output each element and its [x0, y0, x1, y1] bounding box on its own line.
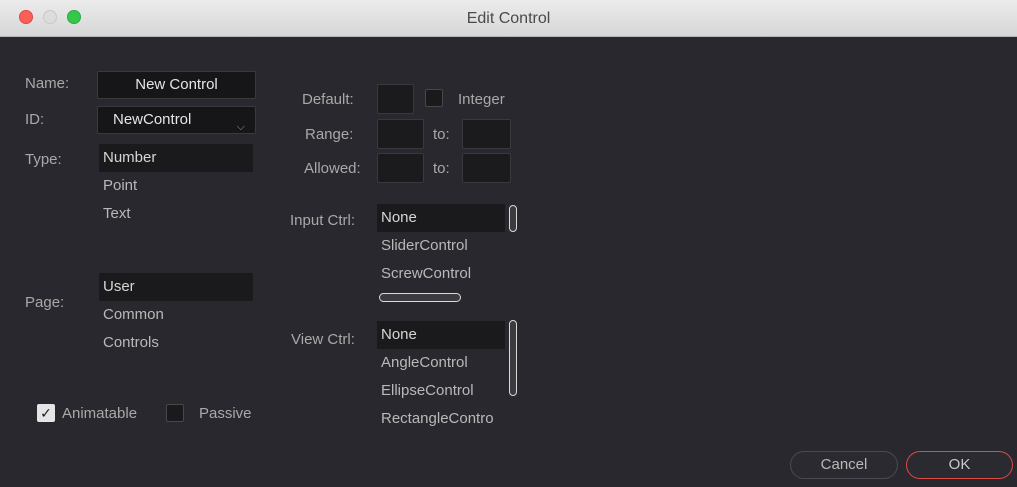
input-ctrl-option-screw[interactable]: ScrewControl — [377, 260, 505, 288]
edit-control-dialog: Edit Control Name: New Control ID: NewCo… — [0, 0, 1017, 487]
input-ctrl-list: None SliderControl ScrewControl — [377, 204, 505, 288]
range-to-label: to: — [433, 126, 450, 143]
id-dropdown[interactable]: NewControl ⌵ — [97, 106, 256, 134]
cancel-button[interactable]: Cancel — [790, 451, 898, 479]
input-ctrl-option-slider[interactable]: SliderControl — [377, 232, 505, 260]
animatable-label: Animatable — [62, 405, 138, 422]
passive-label: Passive — [199, 405, 252, 422]
type-option-text[interactable]: Text — [99, 200, 253, 228]
page-option-user[interactable]: User — [99, 273, 253, 301]
range-from-field[interactable] — [377, 119, 424, 149]
range-to-field[interactable] — [462, 119, 511, 149]
type-list: Number Point Text — [99, 144, 253, 228]
view-ctrl-option-rectangle[interactable]: RectangleContro — [377, 405, 505, 433]
window-title: Edit Control — [466, 10, 551, 27]
name-field[interactable]: New Control — [97, 71, 256, 99]
page-label: Page: — [25, 294, 65, 311]
default-field[interactable] — [377, 84, 414, 114]
animatable-checkbox[interactable]: ✓ — [37, 404, 55, 422]
integer-label: Integer — [458, 91, 505, 108]
input-ctrl-option-none[interactable]: None — [377, 204, 505, 232]
allowed-from-field[interactable] — [377, 153, 424, 183]
page-option-controls[interactable]: Controls — [99, 329, 253, 357]
range-label: Range: — [305, 126, 354, 143]
passive-checkbox[interactable] — [166, 404, 184, 422]
page-option-common[interactable]: Common — [99, 301, 253, 329]
view-ctrl-option-angle[interactable]: AngleControl — [377, 349, 505, 377]
chevron-down-icon: ⌵ — [236, 121, 245, 133]
input-ctrl-label: Input Ctrl: — [290, 212, 356, 229]
allowed-to-label: to: — [433, 160, 450, 177]
ok-button[interactable]: OK — [906, 451, 1013, 479]
allowed-label: Allowed: — [304, 160, 361, 177]
integer-checkbox[interactable] — [425, 89, 443, 107]
check-icon: ✓ — [40, 405, 52, 421]
allowed-to-field[interactable] — [462, 153, 511, 183]
name-label: Name: — [25, 75, 70, 92]
id-dropdown-value: NewControl — [113, 111, 192, 128]
view-ctrl-option-ellipse[interactable]: EllipseControl — [377, 377, 505, 405]
view-ctrl-list: None AngleControl EllipseControl Rectang… — [377, 321, 505, 435]
view-ctrl-label: View Ctrl: — [291, 331, 355, 348]
id-label: ID: — [25, 111, 45, 128]
input-ctrl-horizontal-scrollbar[interactable] — [379, 293, 461, 302]
type-label: Type: — [25, 151, 62, 168]
default-label: Default: — [302, 91, 354, 108]
view-ctrl-option-none[interactable]: None — [377, 321, 505, 349]
input-ctrl-vertical-scrollbar[interactable] — [509, 205, 517, 232]
page-list: User Common Controls — [99, 273, 253, 357]
type-option-point[interactable]: Point — [99, 172, 253, 200]
view-ctrl-vertical-scrollbar[interactable] — [509, 320, 517, 396]
title-bar: Edit Control — [0, 0, 1017, 37]
type-option-number[interactable]: Number — [99, 144, 253, 172]
